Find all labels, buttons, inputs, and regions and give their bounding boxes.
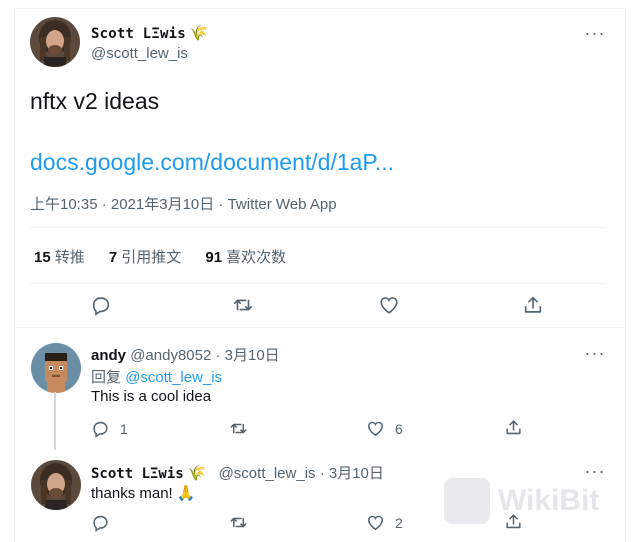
reply-author-name[interactable]: andy xyxy=(91,347,126,364)
reply-avatar[interactable] xyxy=(31,343,81,393)
author-name[interactable]: Scott LΞwis 🌾 xyxy=(91,24,209,42)
retweet-button[interactable] xyxy=(232,294,254,316)
retweets-stat[interactable]: 15 转推 xyxy=(34,249,85,266)
watermark-text: WikiBit xyxy=(498,484,600,517)
divider xyxy=(30,283,604,284)
watermark: WikiBit xyxy=(444,478,599,524)
replying-to: 回复 @scott_lew_is xyxy=(91,369,223,386)
reply-icon xyxy=(91,419,110,438)
wikibit-logo-icon xyxy=(444,478,490,524)
like-count: 6 xyxy=(395,420,403,437)
reply-button[interactable]: 1 xyxy=(91,419,128,438)
tweet-stats: 15 转推 7 引用推文 91 喜欢次数 xyxy=(34,246,306,267)
like-count: 2 xyxy=(395,514,403,531)
retweet-icon xyxy=(229,419,248,438)
share-button[interactable] xyxy=(504,418,523,437)
more-options-icon[interactable]: ··· xyxy=(583,24,607,42)
heart-icon xyxy=(366,419,385,438)
reply-header: Scott LΞwis 🌾 @scott_lew_is · 3月10日 xyxy=(91,464,384,482)
author-handle[interactable]: @scott_lew_is xyxy=(91,45,188,62)
like-button[interactable]: 6 xyxy=(366,419,403,438)
reply-text: This is a cool idea xyxy=(91,388,212,405)
reply-icon xyxy=(90,294,112,316)
reply-author-name[interactable]: Scott LΞwis xyxy=(91,466,184,482)
tweet-text: nftx v2 ideas xyxy=(30,88,160,114)
quote-tweets-stat[interactable]: 7 引用推文 xyxy=(109,249,181,266)
wheat-emoji: 🌾 xyxy=(187,464,207,482)
heart-icon xyxy=(378,294,400,316)
thread-line xyxy=(54,392,56,450)
retweet-button[interactable] xyxy=(229,419,248,438)
reply-author-handle[interactable]: @scott_lew_is xyxy=(219,465,316,482)
reply-count: 1 xyxy=(120,420,128,437)
reply-date[interactable]: 3月10日 xyxy=(225,347,280,364)
reply-avatar[interactable] xyxy=(31,460,81,510)
retweet-icon xyxy=(232,294,254,316)
retweet-button[interactable] xyxy=(229,513,248,532)
reply-date[interactable]: 3月10日 xyxy=(329,465,384,482)
like-button[interactable] xyxy=(378,294,400,316)
divider xyxy=(14,327,626,328)
likes-stat[interactable]: 91 喜欢次数 xyxy=(205,249,286,266)
heart-icon xyxy=(366,513,385,532)
author-avatar[interactable] xyxy=(30,17,80,67)
wheat-emoji: 🌾 xyxy=(189,24,209,42)
like-button[interactable]: 2 xyxy=(366,513,403,532)
tweet-link[interactable]: docs.google.com/document/d/1aP... xyxy=(30,149,394,176)
reply-author-handle[interactable]: @andy8052 xyxy=(130,347,211,364)
share-button[interactable] xyxy=(522,294,544,316)
reply-text: thanks man! 🙏 xyxy=(91,485,196,502)
retweet-icon xyxy=(229,513,248,532)
replying-to-handle[interactable]: @scott_lew_is xyxy=(125,369,222,386)
divider xyxy=(30,227,604,228)
reply-icon xyxy=(91,513,110,532)
share-icon xyxy=(504,418,523,437)
tweet-meta[interactable]: 上午10:35 · 2021年3月10日 · Twitter Web App xyxy=(30,193,337,214)
reply-button[interactable] xyxy=(90,294,112,316)
share-icon xyxy=(522,294,544,316)
reply-button[interactable] xyxy=(91,513,110,532)
more-options-icon[interactable]: ··· xyxy=(583,344,607,362)
reply-header: andy @andy8052 · 3月10日 xyxy=(91,347,280,364)
